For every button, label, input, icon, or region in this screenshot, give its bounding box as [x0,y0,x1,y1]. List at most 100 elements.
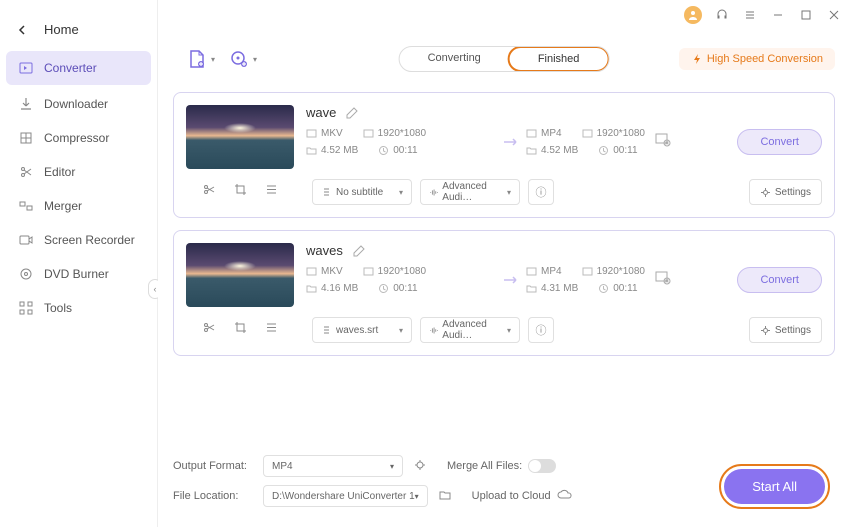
convert-button[interactable]: Convert [737,129,822,155]
download-icon [18,96,34,112]
audio-icon [429,187,438,198]
arrow-right-icon [496,274,526,286]
arrow-right-icon [496,136,526,148]
file-name: waves [306,243,343,258]
output-settings-icon[interactable] [654,269,672,292]
info-button[interactable]: ⓘ [528,317,554,343]
settings-button[interactable]: Settings [749,179,822,205]
sidebar-item-label: Merger [44,199,82,213]
edit-name-icon[interactable] [353,245,365,257]
cloud-icon[interactable] [557,489,573,504]
folder-icon [306,145,317,156]
clock-icon [378,283,389,294]
lightning-icon [691,53,703,65]
user-avatar[interactable] [684,6,702,24]
sidebar-item-label: Downloader [44,97,108,111]
trim-icon[interactable] [203,321,216,339]
resolution-icon [582,128,593,139]
edit-name-icon[interactable] [346,107,358,119]
output-format-label: Output Format: [173,460,263,472]
upload-label: Upload to Cloud [472,490,551,502]
merge-icon [18,198,34,214]
tab-finished[interactable]: Finished [508,46,610,72]
disc-icon [18,266,34,282]
output-format-select[interactable]: MP4▾ [263,455,403,477]
audio-dropdown[interactable]: Advanced Audi…▾ [420,317,520,343]
file-card: waves MKV 1920*1080 4.16 MB 00:11 [173,230,835,356]
back-label: Home [44,22,79,37]
sidebar-item-tools[interactable]: Tools [0,291,157,325]
video-thumbnail[interactable] [186,105,294,169]
gear-icon [760,187,771,198]
file-list: wave MKV 1920*1080 4.52 MB 00:11 [158,82,850,443]
high-speed-badge[interactable]: High Speed Conversion [679,48,835,70]
sidebar-item-compressor[interactable]: Compressor [0,121,157,155]
back-button[interactable]: Home [0,10,157,49]
maximize-button[interactable] [798,7,814,23]
minimize-button[interactable] [770,7,786,23]
sidebar-item-downloader[interactable]: Downloader [0,87,157,121]
file-name: wave [306,105,336,120]
status-tabs: Converting Finished [399,46,610,72]
start-all-highlight: Start All [719,464,830,509]
tab-converting[interactable]: Converting [400,47,509,71]
sidebar-item-merger[interactable]: Merger [0,189,157,223]
clock-icon [598,283,609,294]
trim-icon[interactable] [203,183,216,201]
sidebar-item-screen-recorder[interactable]: Screen Recorder [0,223,157,257]
subtitle-dropdown[interactable]: No subtitle▾ [312,179,412,205]
sidebar-item-label: Converter [44,61,97,75]
sidebar-item-label: Tools [44,301,72,315]
output-settings-icon[interactable] [654,131,672,154]
caret-down-icon: ▾ [253,55,257,64]
add-dvd-button[interactable]: ▾ [229,49,257,69]
file-location-label: File Location: [173,490,263,502]
grid-icon [18,300,34,316]
video-icon [306,128,317,139]
start-all-button[interactable]: Start All [724,469,825,504]
video-icon [526,266,537,277]
clock-icon [598,145,609,156]
settings-button[interactable]: Settings [749,317,822,343]
add-file-button[interactable]: ▾ [187,49,215,69]
resolution-icon [363,128,374,139]
caret-down-icon: ▾ [211,55,215,64]
video-thumbnail[interactable] [186,243,294,307]
speed-badge-label: High Speed Conversion [707,53,823,65]
merge-label: Merge All Files: [447,460,522,472]
sidebar-item-converter[interactable]: Converter [6,51,151,85]
compress-icon [18,130,34,146]
toolbar: ▾ ▾ Converting Finished High Speed Conve… [173,36,835,82]
sidebar-item-label: Compressor [44,131,109,145]
file-card: wave MKV 1920*1080 4.52 MB 00:11 [173,92,835,218]
subtitle-icon [321,187,332,198]
file-location-select[interactable]: D:\Wondershare UniConverter 1▾ [263,485,428,507]
subtitle-icon [321,325,332,336]
close-button[interactable] [826,7,842,23]
subtitle-dropdown[interactable]: waves.srt▾ [312,317,412,343]
crop-icon[interactable] [234,321,247,339]
audio-icon [429,325,438,336]
more-icon[interactable] [265,321,278,339]
sidebar-item-label: DVD Burner [44,267,109,281]
output-gear-icon[interactable] [413,458,427,475]
sidebar-item-dvd-burner[interactable]: DVD Burner [0,257,157,291]
headset-icon[interactable] [714,7,730,23]
sidebar-item-editor[interactable]: Editor [0,155,157,189]
folder-icon [306,283,317,294]
sidebar: Home Converter Downloader Compressor Edi… [0,0,158,527]
record-icon [18,232,34,248]
user-icon [688,10,698,20]
add-file-icon [187,49,207,69]
main-area: ▾ ▾ Converting Finished High Speed Conve… [158,0,850,527]
info-button[interactable]: ⓘ [528,179,554,205]
convert-button[interactable]: Convert [737,267,822,293]
audio-dropdown[interactable]: Advanced Audi…▾ [420,179,520,205]
open-folder-icon[interactable] [438,488,452,505]
chevron-left-icon [18,25,28,35]
merge-toggle[interactable] [528,459,556,473]
menu-icon[interactable] [742,7,758,23]
more-icon[interactable] [265,183,278,201]
crop-icon[interactable] [234,183,247,201]
sidebar-item-label: Screen Recorder [44,233,135,247]
